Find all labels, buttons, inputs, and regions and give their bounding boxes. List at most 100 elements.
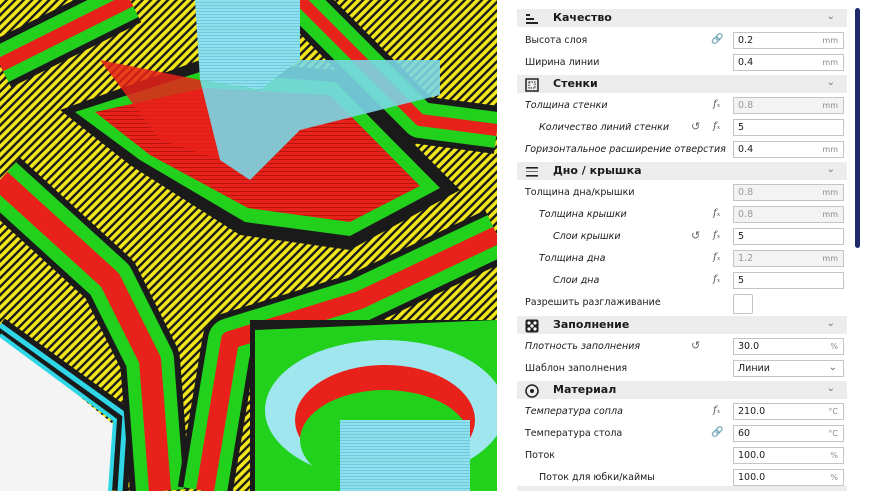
top-bottom-icon	[525, 164, 539, 178]
reset-icon[interactable]: ↺	[691, 339, 700, 352]
bed-temperature-input[interactable]: 60 °C	[733, 425, 844, 442]
category-next	[517, 486, 847, 491]
input-unit: °C	[828, 407, 838, 416]
setting-label: Высота слоя	[525, 35, 588, 46]
setting-label: Толщина дна/крышки	[525, 187, 635, 198]
setting-label: Разрешить разглаживание	[525, 297, 661, 308]
wall-thickness-input[interactable]: 0.8 mm	[733, 97, 844, 114]
setting-top-layers: Слои крышки ↺ fₓ 5	[517, 226, 847, 248]
category-title: Качество	[553, 11, 612, 24]
input-value: 1.2	[738, 253, 754, 264]
layer-height-input[interactable]: 0.2 mm	[733, 32, 844, 49]
chevron-down-icon[interactable]: ⌄	[827, 164, 835, 175]
setting-label: Слои крышки	[553, 231, 621, 242]
category-quality[interactable]: Качество ⌄	[517, 9, 847, 27]
input-unit: %	[830, 451, 838, 460]
input-unit: %	[830, 473, 838, 482]
input-unit: mm	[822, 36, 838, 45]
input-value: 5	[738, 275, 745, 286]
setting-top-thickness: Толщина крышки fₓ 0.8 mm	[517, 204, 847, 226]
top-thickness-input[interactable]: 0.8 mm	[733, 206, 844, 223]
chevron-down-icon[interactable]: ⌄	[827, 77, 835, 88]
category-top-bottom[interactable]: Дно / крышка ⌄	[517, 162, 847, 180]
setting-label: Поток	[525, 450, 556, 461]
category-title: Дно / крышка	[553, 164, 642, 177]
formula-icon: fₓ	[713, 230, 721, 241]
reset-icon[interactable]: ↺	[691, 120, 700, 133]
setting-label: Температура стола	[525, 428, 623, 439]
input-value: 0.8	[738, 187, 754, 198]
input-value: 100.0	[738, 450, 766, 461]
input-unit: mm	[822, 101, 838, 110]
input-value: 60	[738, 428, 751, 439]
setting-label: Температура сопла	[525, 406, 623, 417]
formula-icon: fₓ	[713, 121, 721, 132]
formula-icon: fₓ	[713, 274, 721, 285]
category-title: Материал	[553, 383, 617, 396]
bottom-thickness-input[interactable]: 1.2 mm	[733, 250, 844, 267]
flow-input[interactable]: 100.0 %	[733, 447, 844, 464]
input-value: 210.0	[738, 406, 766, 417]
hole-expansion-input[interactable]: 0.4 mm	[733, 141, 844, 158]
input-value: 5	[738, 231, 745, 242]
top-layers-input[interactable]: 5	[733, 228, 844, 245]
input-unit: mm	[822, 210, 838, 219]
category-title: Заполнение	[553, 318, 630, 331]
category-material[interactable]: Материал ⌄	[517, 381, 847, 399]
setting-wall-thickness: Толщина стенки fₓ 0.8 mm	[517, 95, 847, 117]
setting-label: Шаблон заполнения	[525, 363, 628, 374]
infill-density-input[interactable]: 30.0 %	[733, 338, 844, 355]
setting-label: Толщина стенки	[525, 100, 608, 111]
category-title: Стенки	[553, 77, 598, 90]
input-unit: mm	[822, 254, 838, 263]
link-icon[interactable]: 🔗	[711, 34, 723, 45]
line-width-input[interactable]: 0.4 mm	[733, 54, 844, 71]
layer-view-3d[interactable]	[0, 0, 497, 491]
input-value: 0.4	[738, 57, 754, 68]
chevron-down-icon[interactable]: ⌄	[827, 11, 835, 22]
settings-scrollbar[interactable]	[855, 8, 860, 248]
formula-icon: fₓ	[713, 405, 721, 416]
skirt-flow-input[interactable]: 100.0 %	[733, 469, 844, 486]
infill-icon	[525, 318, 539, 333]
bottom-layers-input[interactable]: 5	[733, 272, 844, 289]
link-icon[interactable]: 🔗	[711, 427, 723, 438]
setting-bed-temperature: Температура стола 🔗 60 °C	[517, 423, 847, 445]
formula-icon: fₓ	[713, 252, 721, 263]
category-infill[interactable]: Заполнение ⌄	[517, 316, 847, 334]
category-walls[interactable]: Стенки ⌄	[517, 75, 847, 93]
nozzle-temperature-input[interactable]: 210.0 °C	[733, 403, 844, 420]
input-value: 0.4	[738, 144, 754, 155]
setting-label: Количество линий стенки	[539, 122, 669, 133]
reset-icon[interactable]: ↺	[691, 229, 700, 242]
print-settings-panel: Качество ⌄ Высота слоя 🔗 0.2 mm Ширина л…	[497, 0, 870, 491]
chevron-down-icon[interactable]: ⌄	[827, 318, 835, 329]
setting-label: Плотность заполнения	[525, 341, 641, 352]
material-icon	[525, 383, 539, 398]
input-value: 0.2	[738, 35, 754, 46]
chevron-down-icon[interactable]: ⌄	[827, 383, 835, 394]
input-unit: °C	[828, 429, 838, 438]
setting-flow: Поток 100.0 %	[517, 445, 847, 467]
setting-bottom-layers: Слои дна fₓ 5	[517, 270, 847, 292]
input-value: 5	[738, 122, 745, 133]
quality-icon	[525, 11, 539, 25]
setting-infill-density: Плотность заполнения ↺ 30.0 %	[517, 336, 847, 358]
setting-label: Поток для юбки/каймы	[539, 472, 655, 483]
setting-nozzle-temperature: Температура сопла fₓ 210.0 °C	[517, 401, 847, 423]
infill-pattern-select[interactable]: Линии ⌄	[733, 360, 844, 377]
input-value: 0.8	[738, 209, 754, 220]
setting-label: Горизонтальное расширение отверстия	[525, 144, 726, 155]
setting-line-width: Ширина линии 0.4 mm	[517, 52, 847, 74]
wall-line-count-input[interactable]: 5	[733, 119, 844, 136]
input-unit: %	[830, 342, 838, 351]
setting-top-bottom-thickness: Толщина дна/крышки 0.8 mm	[517, 182, 847, 204]
setting-hole-expansion: Горизонтальное расширение отверстия 0.4 …	[517, 139, 847, 161]
input-unit: mm	[822, 188, 838, 197]
input-value: 30.0	[738, 341, 760, 352]
formula-icon: fₓ	[713, 99, 721, 110]
setting-label: Толщина дна	[539, 253, 606, 264]
top-bottom-thickness-input[interactable]: 0.8 mm	[733, 184, 844, 201]
ironing-checkbox[interactable]	[733, 294, 753, 314]
layer-view-canvas[interactable]	[0, 0, 497, 491]
